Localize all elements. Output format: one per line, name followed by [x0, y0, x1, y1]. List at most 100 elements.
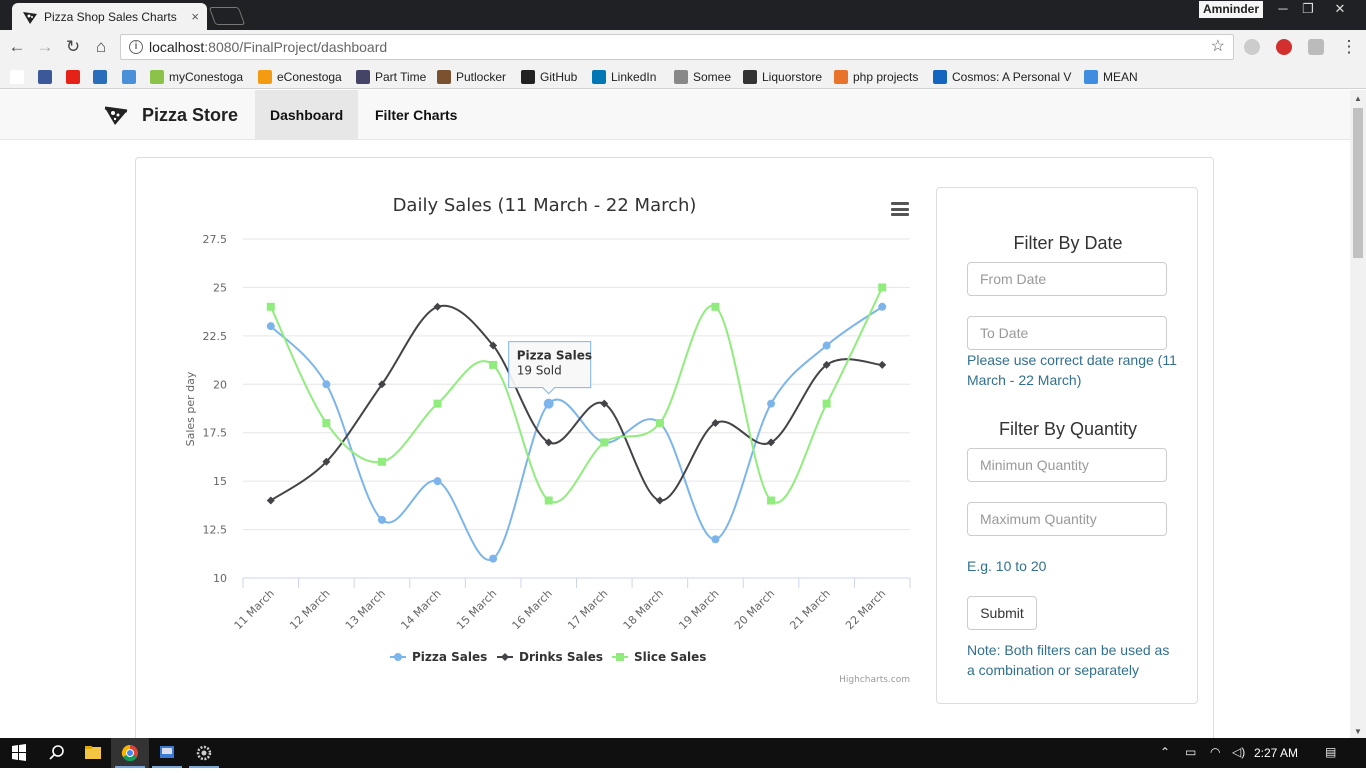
legend-marker	[501, 653, 509, 661]
extension-bulb-icon[interactable]	[1244, 39, 1260, 55]
bookmark-putlocker[interactable]: Putlocker	[437, 68, 506, 85]
econestoga-icon	[258, 69, 272, 84]
fr-icon	[93, 69, 107, 84]
windows-start-icon[interactable]	[0, 738, 38, 768]
file-explorer-icon[interactable]	[74, 738, 112, 768]
chrome-menu-icon[interactable]: ⋮	[1338, 37, 1360, 57]
filter-panel: Filter By Date Please use correct date r…	[936, 187, 1198, 704]
legend-item[interactable]: Drinks Sales	[519, 650, 603, 664]
bookmark-part-time[interactable]: Part Time	[356, 68, 426, 85]
slice-sales-point	[266, 302, 275, 311]
bookmark-label: Somee	[693, 69, 732, 84]
bookmark-myconestoga[interactable]: myConestoga	[150, 68, 243, 85]
new-tab-button[interactable]	[208, 7, 246, 25]
settings-app-icon[interactable]	[185, 738, 223, 768]
forward-icon[interactable]: →	[34, 37, 56, 57]
taskbar-clock[interactable]: 2:27 AM	[1254, 746, 1298, 760]
extension-cube-icon[interactable]	[1308, 39, 1324, 55]
browser-tab[interactable]: Pizza Shop Sales Charts ×	[12, 3, 207, 30]
brand-link[interactable]: Pizza Store	[104, 90, 238, 140]
extension-opera-icon[interactable]	[1276, 39, 1292, 55]
browser-titlebar: Pizza Shop Sales Charts × Amninder ─ ❐ ✕	[0, 0, 1366, 30]
close-window-icon[interactable]: ✕	[1325, 0, 1355, 20]
search-icon[interactable]	[38, 738, 76, 768]
bookmark-google[interactable]	[10, 68, 29, 85]
quantity-example: E.g. 10 to 20	[967, 558, 1047, 574]
submit-button[interactable]: Submit	[967, 596, 1037, 630]
page-icon	[674, 69, 688, 84]
bookmark-somee[interactable]: Somee	[674, 68, 731, 85]
bookmark-label: Cosmos: A Personal V	[952, 69, 1072, 84]
bookmark-github[interactable]: GitHub	[521, 68, 577, 85]
bookmark-liquorstore[interactable]: Liquorstore	[743, 68, 822, 85]
to-date-input[interactable]	[967, 316, 1167, 350]
tooltip-series: Pizza Sales	[517, 349, 592, 363]
bookmark-cosmos-a-personal-v[interactable]: Cosmos: A Personal V	[933, 68, 1071, 85]
back-icon[interactable]: ←	[6, 37, 28, 57]
x-tick-label: 22 March	[843, 587, 888, 632]
scroll-up-icon[interactable]: ▲	[1354, 94, 1362, 103]
php-icon	[834, 69, 848, 84]
bookmarks-bar: myConestoga eConestoga Part Time Putlocker G…	[0, 64, 1366, 89]
mean-icon	[1084, 69, 1098, 84]
browser-toolbar: ← → ↻ ⌂ i localhost:8080/FinalProject/da…	[0, 30, 1366, 64]
tab-close-icon[interactable]: ×	[191, 9, 199, 24]
pizza-sales-point	[767, 399, 776, 408]
wifi-icon[interactable]: ◠	[1210, 745, 1220, 759]
x-tick-label: 11 March	[232, 587, 277, 632]
linkedin-icon	[592, 69, 606, 84]
bookmark-star-icon[interactable]: ☆	[1211, 35, 1225, 59]
notifications-icon[interactable]: ▤	[1325, 745, 1336, 759]
pizza-sales-point	[489, 554, 498, 563]
bookmark-label: eConestoga	[277, 69, 342, 84]
putlocker-icon	[437, 69, 451, 84]
pizza-sales-point	[377, 515, 386, 524]
date-range-note: Please use correct date range (11 March …	[967, 352, 1177, 388]
bookmark-youtube[interactable]	[66, 68, 85, 85]
bookmark-transfer[interactable]	[122, 68, 141, 85]
youtube-icon	[66, 69, 80, 84]
bookmark-linkedin[interactable]: LinkedIn	[592, 68, 656, 85]
bookmark-label: LinkedIn	[611, 69, 657, 84]
volume-icon[interactable]: ◁)	[1232, 745, 1245, 759]
slice-sales-point	[767, 496, 776, 505]
slice-sales-point	[711, 302, 720, 311]
address-bar[interactable]: i localhost:8080/FinalProject/dashboard …	[120, 34, 1234, 60]
minimize-icon[interactable]: ─	[1270, 0, 1296, 20]
legend-item[interactable]: Slice Sales	[634, 650, 706, 664]
bookmark-php-projects[interactable]: php projects	[834, 68, 918, 85]
nav-filter-charts[interactable]: Filter Charts	[360, 90, 472, 140]
from-date-input[interactable]	[967, 262, 1167, 296]
bookmark-econestoga[interactable]: eConestoga	[258, 68, 342, 85]
facebook-icon	[38, 69, 52, 84]
bookmark-facebook[interactable]	[38, 68, 57, 85]
page-scrollbar[interactable]: ▲ ▼	[1350, 90, 1366, 738]
slice-sales-point	[822, 399, 831, 408]
bookmark-mean[interactable]: MEAN	[1084, 68, 1138, 85]
restore-icon[interactable]: ❐	[1295, 0, 1321, 20]
reload-icon[interactable]: ↻	[62, 37, 84, 57]
home-icon[interactable]: ⌂	[90, 37, 112, 57]
profile-button[interactable]: Amninder	[1199, 1, 1263, 18]
drinks-sales-point	[878, 360, 887, 369]
max-quantity-input[interactable]	[967, 502, 1167, 536]
tray-chevron-icon[interactable]: ⌃	[1160, 745, 1170, 759]
bookmark-fr[interactable]	[93, 68, 112, 85]
scrollbar-thumb[interactable]	[1353, 108, 1363, 258]
x-tick-label: 15 March	[454, 587, 499, 632]
info-icon[interactable]: i	[129, 40, 143, 54]
tab-title: Pizza Shop Sales Charts	[44, 9, 177, 24]
bookmark-label: myConestoga	[169, 69, 244, 84]
pizza-sales-point	[433, 477, 442, 486]
battery-icon[interactable]: ▭	[1185, 745, 1196, 759]
app-window-icon[interactable]	[148, 738, 186, 768]
url-host: localhost	[149, 39, 205, 55]
nav-dashboard[interactable]: Dashboard	[255, 90, 359, 140]
chart-menu-icon[interactable]	[891, 202, 909, 216]
chrome-taskbar-icon[interactable]	[111, 738, 149, 768]
legend-item[interactable]: Pizza Sales	[412, 650, 487, 664]
scroll-down-icon[interactable]: ▼	[1354, 727, 1362, 736]
min-quantity-input[interactable]	[967, 448, 1167, 482]
slice-sales-point	[377, 457, 386, 466]
slice-sales-point	[489, 360, 498, 369]
